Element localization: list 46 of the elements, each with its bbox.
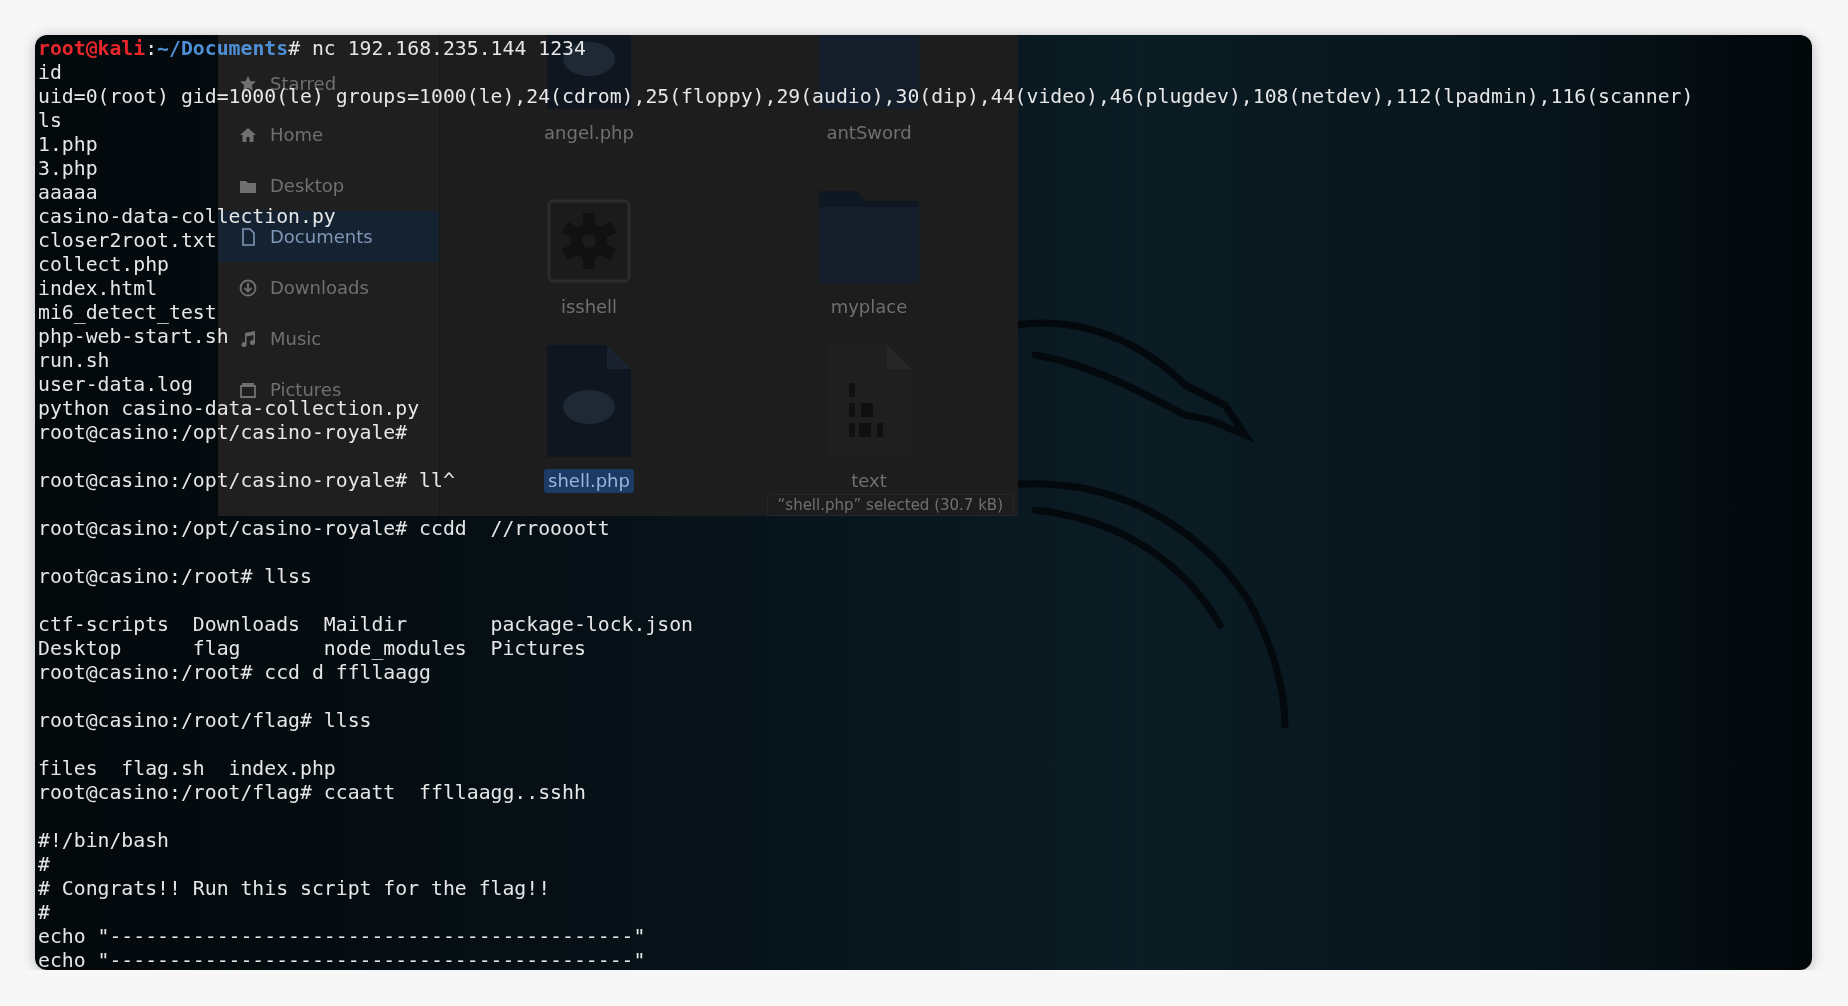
terminal-line: files flag.sh index.php [38,757,336,781]
terminal-line: echo "--------------------------------------------" [38,925,646,949]
terminal-line: root@casino:/opt/casino-royale# [38,421,408,445]
terminal-line: # [38,853,50,877]
terminal-line: user-data.log [38,373,193,397]
terminal-line: echo "--------------------------------------------" [38,949,646,970]
file-name[interactable]: antSword [822,121,916,145]
sidebar-item[interactable]: Pictures [270,379,342,400]
terminal-line: root@casino:/opt/casino-royale# ccdd //rroooott [38,517,610,541]
terminal-line: python casino-data-collection.py [38,397,420,421]
terminal-line: aaaaa [38,181,98,205]
terminal-line: root@casino:/opt/casino-royale# ll^ [38,469,455,493]
terminal-line: 3.php [38,157,98,181]
file-name[interactable]: myplace [826,295,912,319]
terminal-line: ctf-scripts Downloads Maildir package-lock.json [38,613,693,637]
sidebar-item[interactable]: Documents [270,226,373,247]
terminal-line: Desktop flag node_modules Pictures [38,637,586,661]
file-name[interactable]: isshell [556,295,622,319]
gear-icon[interactable] [547,199,631,283]
terminal-line: collect.php [38,253,169,277]
terminal-line: ls [38,109,62,133]
file-name[interactable]: angel.php [540,121,638,145]
terminal-line: #!/bin/bash [38,829,169,853]
terminal-line: # [38,901,50,925]
terminal-line: root@casino:/root# ccd d ffllaagg [38,661,431,685]
terminal-line: root@casino:/root/flag# ccaatt ffllaagg..sshh [38,781,586,805]
terminal-line: casino-data-collection.py [38,205,336,229]
terminal-line: 1.php [38,133,98,157]
terminal-line: php-web-start.sh [38,325,229,349]
sidebar-item[interactable]: Desktop [270,175,345,196]
terminal-line: root@casino:/root/flag# llss [38,709,372,733]
file-name[interactable]: shell.php [544,469,634,493]
terminal-line: mi6_detect_test [38,301,217,325]
prompt-line: root@kali:~/Documents# nc 192.168.235.144 1234 [38,37,586,61]
terminal-line: index.html [38,277,158,301]
sidebar-item[interactable]: Home [270,124,324,145]
terminal-line: # Congrats!! Run this script for the flag!! [38,877,551,901]
download-icon [238,277,258,298]
terminal-line: closer2root.txt [38,229,217,253]
status-text: “shell.php” selected (30.7 kB) [766,494,1014,516]
terminal-line: root@casino:/root# llss [38,565,312,589]
terminal-line: id [38,61,62,85]
sidebar-item[interactable]: Downloads [270,277,369,298]
file-name[interactable]: text [847,469,891,493]
terminal-line: run.sh [38,349,110,373]
sidebar-item[interactable]: Music [270,328,322,349]
